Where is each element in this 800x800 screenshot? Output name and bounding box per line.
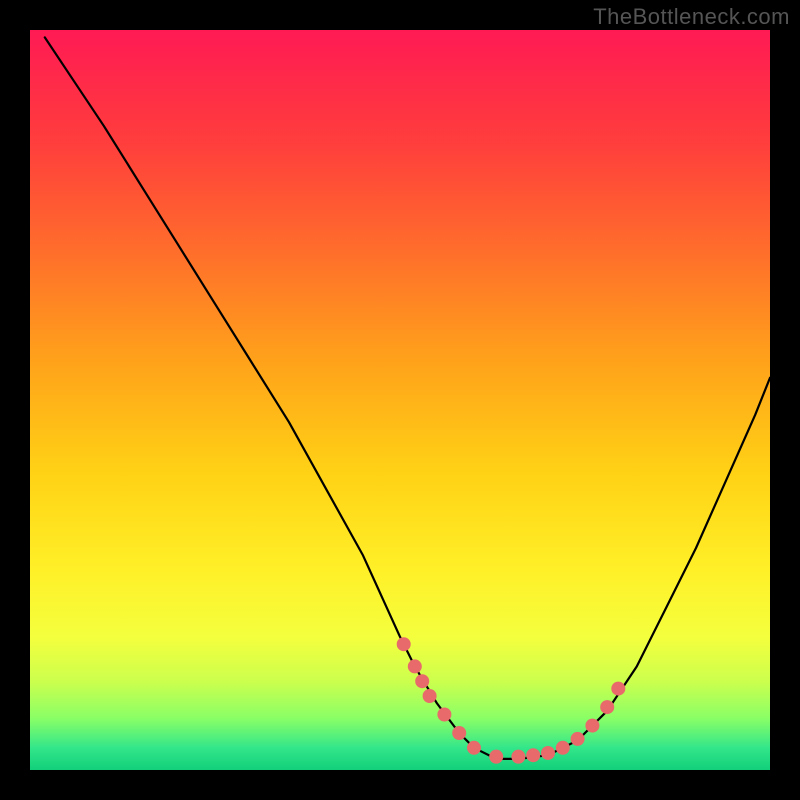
marker-dot — [408, 659, 422, 673]
marker-dot — [600, 700, 614, 714]
chart-stage: TheBottleneck.com — [0, 0, 800, 800]
marker-dot — [511, 750, 525, 764]
marker-dot — [397, 637, 411, 651]
marker-dot — [415, 674, 429, 688]
marker-dot — [452, 726, 466, 740]
marker-dot — [611, 682, 625, 696]
chart-svg — [30, 30, 770, 770]
marker-dot — [423, 689, 437, 703]
watermark-text: TheBottleneck.com — [593, 4, 790, 30]
marker-dot — [571, 732, 585, 746]
marker-dot — [437, 708, 451, 722]
plot-area — [30, 30, 770, 770]
marker-dot — [526, 748, 540, 762]
marker-dot — [467, 741, 481, 755]
marker-dot — [541, 746, 555, 760]
marker-dot — [489, 750, 503, 764]
gradient-background — [30, 30, 770, 770]
marker-dot — [556, 741, 570, 755]
marker-dot — [585, 719, 599, 733]
